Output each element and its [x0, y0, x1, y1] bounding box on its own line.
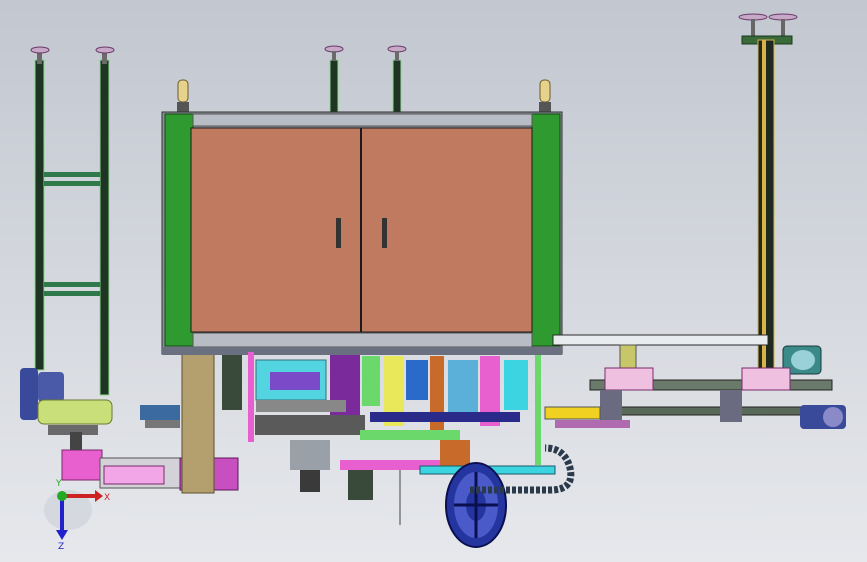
right-tall-tower[interactable] — [552, 13, 822, 375]
top-mounting-posts[interactable] — [177, 45, 551, 117]
y-axis-icon — [57, 491, 67, 501]
coordinate-triad: X Y Z — [44, 479, 110, 552]
flywheel[interactable] — [445, 462, 507, 548]
door-handle-left[interactable] — [336, 218, 341, 248]
x-axis-label: X — [104, 493, 110, 503]
z-axis-label: Z — [58, 542, 64, 552]
tan-column[interactable] — [181, 349, 215, 494]
right-conveyor[interactable] — [544, 367, 846, 429]
left-ladder-tower[interactable] — [20, 46, 115, 435]
cad-graphics-viewport[interactable]: X Y Z — [0, 0, 867, 562]
machine-assembly-drawing[interactable]: X Y Z — [0, 0, 867, 562]
door-handle-right[interactable] — [382, 218, 387, 248]
y-axis-label: Y — [55, 479, 62, 489]
cabinet[interactable] — [161, 111, 563, 355]
